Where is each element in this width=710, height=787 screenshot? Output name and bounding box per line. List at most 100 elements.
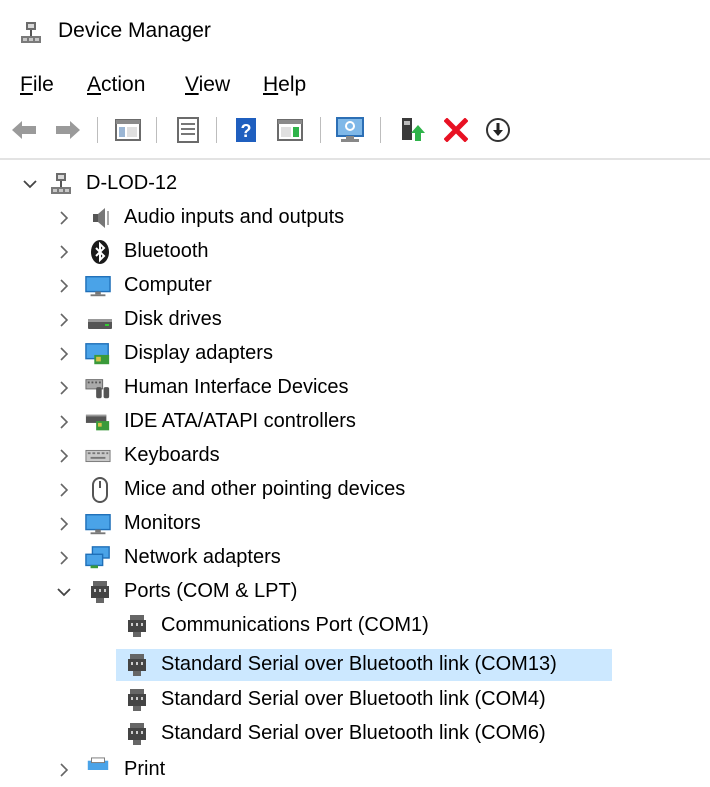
tree-category-ports[interactable]: Ports (COM & LPT) <box>0 575 710 609</box>
category-label: Monitors <box>124 512 201 534</box>
category-label: Keyboards <box>124 444 220 466</box>
tree-device-com13[interactable]: Standard Serial over Bluetooth link (COM… <box>0 648 710 682</box>
forward-arrow-icon <box>56 121 80 139</box>
title-bar: Device Manager <box>0 0 710 66</box>
tree-category-bluetooth[interactable]: Bluetooth <box>0 235 710 269</box>
display-adapter-icon <box>85 343 110 365</box>
tree-device-com4[interactable]: Standard Serial over Bluetooth link (COM… <box>0 683 710 717</box>
category-label: Bluetooth <box>124 240 209 262</box>
show-hide-console-tree-button[interactable] <box>112 114 144 146</box>
speaker-icon <box>93 208 109 228</box>
bluetooth-icon <box>91 240 109 264</box>
chevron-right-icon[interactable] <box>56 278 72 294</box>
chevron-right-icon[interactable] <box>56 448 72 464</box>
menu-file[interactable]: File <box>18 73 56 97</box>
uninstall-device-icon <box>444 118 468 142</box>
window-title: Device Manager <box>58 19 211 42</box>
tree-category-display-adapters[interactable]: Display adapters <box>0 337 710 371</box>
properties-icon <box>177 117 199 143</box>
disable-device-icon <box>486 118 510 142</box>
computer-root-icon <box>51 173 71 194</box>
category-label: Audio inputs and outputs <box>124 206 345 228</box>
device-label: Communications Port (COM1) <box>161 614 429 636</box>
tree-category-monitors[interactable]: Monitors <box>0 507 710 541</box>
tree-category-mice[interactable]: Mice and other pointing devices <box>0 473 710 507</box>
port-icon <box>128 689 146 711</box>
device-manager-icon <box>21 22 41 43</box>
chevron-down-icon[interactable] <box>56 584 72 600</box>
toolbar-separator <box>320 117 321 143</box>
chevron-right-icon[interactable] <box>56 550 72 566</box>
category-label: Mice and other pointing devices <box>124 478 406 500</box>
port-icon <box>128 723 146 745</box>
tree-category-disk-drives[interactable]: Disk drives <box>0 303 710 337</box>
scan-hardware-button[interactable] <box>334 114 366 146</box>
device-tree: D-LOD-12 Audio inputs and outputs Blueto… <box>0 165 710 780</box>
port-icon <box>128 654 146 676</box>
tree-category-human-interface-devices[interactable]: Human Interface Devices <box>0 371 710 405</box>
category-label: Network adapters <box>124 546 281 568</box>
monitor-icon <box>85 514 111 535</box>
tree-category-computer[interactable]: Computer <box>0 269 710 303</box>
category-label: IDE ATA/ATAPI controllers <box>124 410 356 432</box>
category-label: Ports (COM & LPT) <box>124 580 298 602</box>
tree-root[interactable]: D-LOD-12 <box>0 167 710 201</box>
root-label: D-LOD-12 <box>86 172 178 194</box>
category-label: Human Interface Devices <box>124 376 349 398</box>
chevron-right-icon[interactable] <box>56 346 72 362</box>
chevron-right-icon[interactable] <box>56 414 72 430</box>
category-label: Disk drives <box>124 308 222 330</box>
disable-device-button[interactable] <box>482 114 514 146</box>
action-pane-button[interactable] <box>274 114 306 146</box>
computer-monitor-icon <box>85 276 111 297</box>
update-driver-icon <box>402 118 425 141</box>
menu-bar: File Action View Help <box>0 66 710 106</box>
chevron-down-icon[interactable] <box>22 176 38 192</box>
printer-icon <box>87 757 109 770</box>
chevron-right-icon[interactable] <box>56 380 72 396</box>
toolbar-separator <box>97 117 98 143</box>
show-hide-console-tree-icon <box>115 119 141 141</box>
ide-controller-icon <box>85 414 110 431</box>
chevron-right-icon[interactable] <box>56 762 72 778</box>
help-button[interactable]: ? <box>230 114 262 146</box>
toolbar: ? <box>0 106 710 156</box>
tree-category-print-partial[interactable]: Print <box>0 753 710 787</box>
chevron-right-icon[interactable] <box>56 312 72 328</box>
category-label: Computer <box>124 274 212 296</box>
tree-category-ide-controllers[interactable]: IDE ATA/ATAPI controllers <box>0 405 710 439</box>
tree-device-com1[interactable]: Communications Port (COM1) <box>0 609 710 643</box>
tree-category-audio[interactable]: Audio inputs and outputs <box>0 201 710 235</box>
tree-category-network-adapters[interactable]: Network adapters <box>0 541 710 575</box>
chevron-right-icon[interactable] <box>56 210 72 226</box>
chevron-right-icon[interactable] <box>56 244 72 260</box>
menu-help[interactable]: Help <box>261 73 308 97</box>
network-adapter-icon <box>85 546 110 569</box>
properties-button[interactable] <box>172 114 204 146</box>
port-icon <box>128 615 146 637</box>
device-label: Standard Serial over Bluetooth link (COM… <box>161 688 546 710</box>
action-pane-icon <box>277 119 303 141</box>
human-interface-device-icon <box>85 379 110 399</box>
tree-category-keyboards[interactable]: Keyboards <box>0 439 710 473</box>
menu-view[interactable]: View <box>183 73 232 97</box>
category-label: Print <box>124 758 166 780</box>
toolbar-divider <box>0 158 710 160</box>
back-arrow-icon <box>12 121 36 139</box>
keyboard-icon <box>85 449 111 463</box>
chevron-right-icon[interactable] <box>56 482 72 498</box>
chevron-right-icon[interactable] <box>56 516 72 532</box>
disk-drive-icon <box>88 319 112 329</box>
uninstall-device-button[interactable] <box>440 114 472 146</box>
port-icon <box>91 581 109 603</box>
back-button[interactable] <box>8 114 40 146</box>
toolbar-separator <box>156 117 157 143</box>
tree-device-com6[interactable]: Standard Serial over Bluetooth link (COM… <box>0 717 710 751</box>
category-label: Display adapters <box>124 342 273 364</box>
update-driver-button[interactable] <box>396 114 428 146</box>
mouse-icon <box>92 477 108 503</box>
menu-action[interactable]: Action <box>85 73 147 97</box>
device-label: Standard Serial over Bluetooth link (COM… <box>161 722 546 744</box>
help-icon: ? <box>236 118 256 142</box>
forward-button[interactable] <box>52 114 84 146</box>
